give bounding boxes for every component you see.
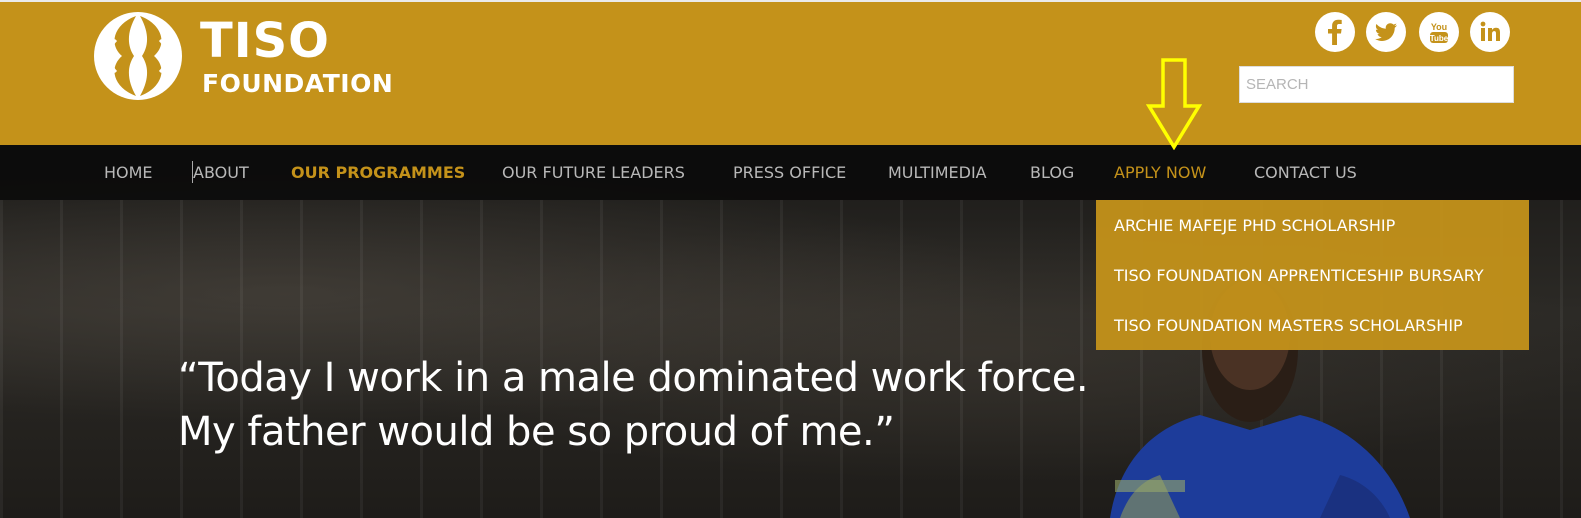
svg-text:Tube: Tube [1430, 34, 1449, 43]
nav-item-blog[interactable]: BLOG [1030, 145, 1074, 200]
twitter-icon[interactable] [1366, 12, 1406, 52]
logo[interactable]: TISO FOUNDATION [92, 10, 422, 102]
nav-item-contact-us[interactable]: CONTACT US [1254, 145, 1357, 200]
dropdown-item-archie-mafeje-phd-scholarship[interactable]: ARCHIE MAFEJE PHD SCHOLARSHIP [1114, 211, 1395, 241]
nav-item-multimedia[interactable]: MULTIMEDIA [888, 145, 987, 200]
logo-mark-icon [94, 12, 182, 100]
nav-item-press-office[interactable]: PRESS OFFICE [733, 145, 846, 200]
search-input[interactable] [1239, 66, 1514, 103]
apply-now-dropdown: ARCHIE MAFEJE PHD SCHOLARSHIP TISO FOUND… [1096, 200, 1529, 350]
dropdown-item-apprenticeship-bursary[interactable]: TISO FOUNDATION APPRENTICESHIP BURSARY [1114, 261, 1484, 291]
dropdown-item-masters-scholarship[interactable]: TISO FOUNDATION MASTERS SCHOLARSHIP [1114, 311, 1463, 341]
nav-item-home[interactable]: HOME [104, 145, 153, 200]
logo-title: TISO [200, 13, 330, 69]
youtube-icon[interactable]: You Tube [1419, 12, 1459, 52]
logo-subtitle: FOUNDATION [202, 69, 394, 98]
facebook-icon[interactable] [1315, 12, 1355, 52]
nav-item-our-programmes[interactable]: OUR PROGRAMMES [291, 145, 465, 200]
nav-item-apply-now[interactable]: APPLY NOW [1114, 145, 1206, 200]
nav-item-about[interactable]: ABOUT [193, 145, 249, 200]
hero-quote: “Today I work in a male dominated work f… [178, 351, 1098, 459]
hero-quote-line: “Today I work in a male dominated work f… [178, 355, 1089, 401]
nav-item-our-future-leaders[interactable]: OUR FUTURE LEADERS [502, 145, 685, 200]
linkedin-icon[interactable] [1470, 12, 1510, 52]
site-header: TISO FOUNDATION You Tube [0, 0, 1581, 145]
hero-quote-line: My father would be so proud of me.” [178, 409, 895, 455]
main-nav: HOME ABOUT OUR PROGRAMMES OUR FUTURE LEA… [0, 145, 1581, 200]
svg-text:You: You [1431, 22, 1447, 32]
